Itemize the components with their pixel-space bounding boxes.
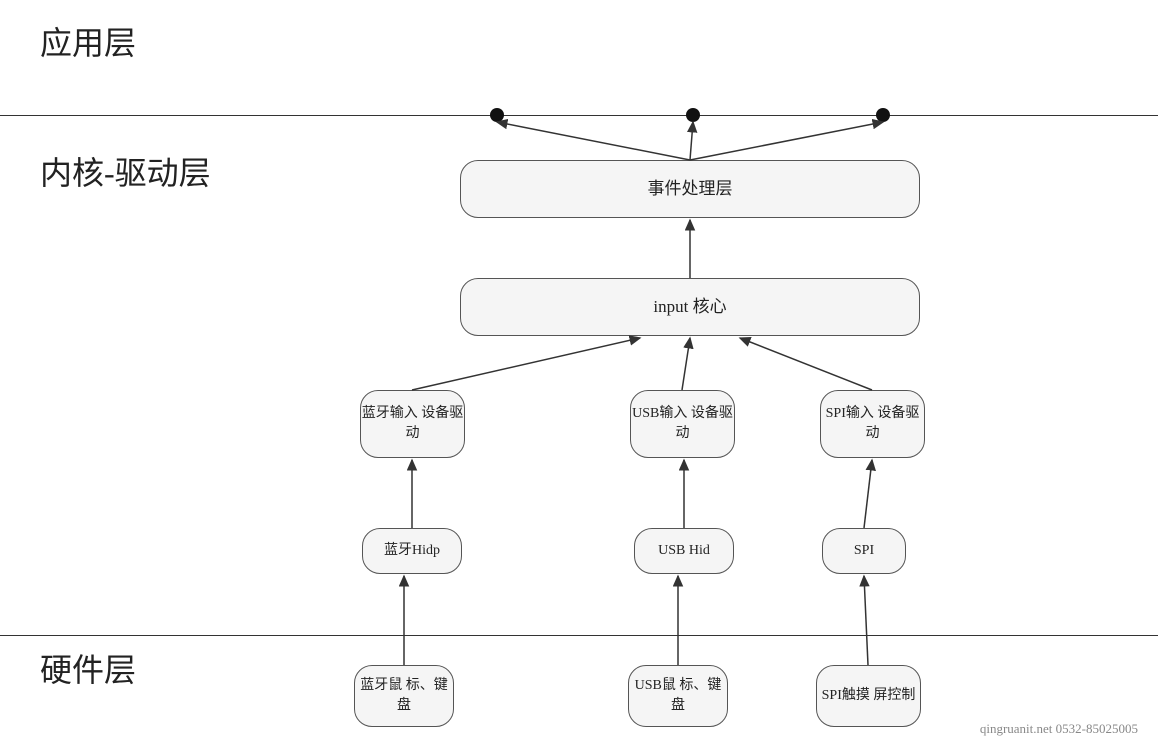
top-divider	[0, 115, 1158, 116]
spi-box: SPI	[822, 528, 906, 574]
dot-left	[490, 108, 504, 122]
usb-driver-box: USB输入 设备驱动	[630, 390, 735, 458]
bt-driver-box: 蓝牙输入 设备驱动	[360, 390, 465, 458]
spi-hw-box: SPI触摸 屏控制	[816, 665, 921, 727]
dot-center	[686, 108, 700, 122]
usb-hid-box: USB Hid	[634, 528, 734, 574]
bottom-divider	[0, 635, 1158, 636]
usb-hw-box: USB鼠 标、键盘	[628, 665, 728, 727]
watermark: qingruanit.net 0532-85025005	[980, 721, 1138, 737]
bt-hidp-box: 蓝牙Hidp	[362, 528, 462, 574]
app-layer-label: 应用层	[40, 18, 136, 64]
hardware-layer-label: 硬件层	[40, 645, 136, 691]
dot-right	[876, 108, 890, 122]
bt-hw-box: 蓝牙鼠 标、键盘	[354, 665, 454, 727]
event-handler-box: 事件处理层	[460, 160, 920, 218]
spi-driver-box: SPI输入 设备驱动	[820, 390, 925, 458]
input-core-box: input 核心	[460, 278, 920, 336]
kernel-layer-label: 内核-驱动层	[40, 148, 211, 194]
arrows-overlay	[0, 0, 1158, 755]
